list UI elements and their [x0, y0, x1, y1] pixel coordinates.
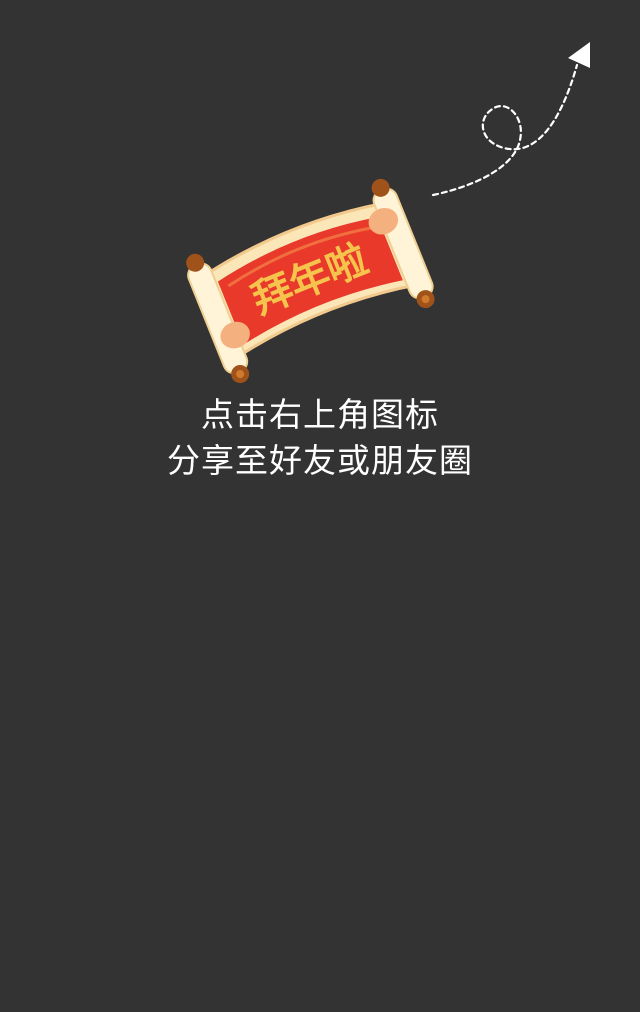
dashed-curved-arrow-icon: [431, 42, 590, 197]
instruction-line-1: 点击右上角图标: [201, 395, 439, 434]
new-year-scroll-icon: 拜年啦: [186, 178, 435, 384]
instruction-line-2: 分享至好友或朋友圈: [167, 441, 473, 480]
share-instructions: 点击右上角图标 分享至好友或朋友圈: [0, 392, 640, 484]
